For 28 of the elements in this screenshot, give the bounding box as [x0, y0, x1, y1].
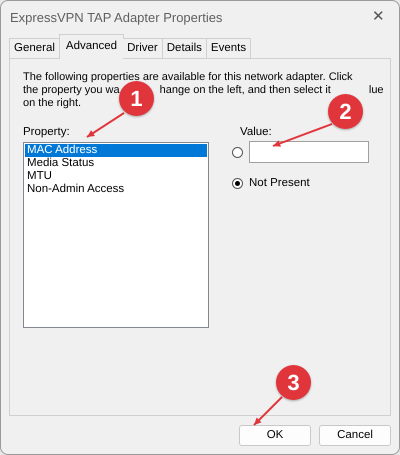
radio-label: Not Present — [249, 176, 310, 191]
description-text: on the right. — [23, 97, 82, 110]
property-list[interactable]: MAC Address Media Status MTU Non-Admin Access — [23, 142, 209, 328]
tab[interactable]: Driver — [123, 38, 163, 59]
window-title: ExpressVPN TAP Adapter Properties — [10, 8, 222, 27]
radio-button[interactable] — [232, 178, 243, 190]
list-item[interactable]: Media Status — [25, 157, 207, 170]
value-field[interactable] — [249, 141, 369, 163]
list-item[interactable]: MTU — [25, 170, 207, 183]
description-text: lue — [368, 84, 384, 97]
tab[interactable]: Advanced — [58, 34, 124, 59]
tab[interactable]: Details — [162, 38, 207, 59]
description-text: The following properties are available for this network adapter. Click — [23, 71, 353, 84]
tab[interactable]: General — [9, 38, 60, 59]
callout-arrow — [253, 396, 283, 426]
property-label: Property: — [23, 125, 71, 139]
radio-button[interactable] — [232, 146, 243, 158]
callout-arrow — [86, 112, 125, 138]
tab[interactable]: Events — [206, 38, 252, 59]
description-text: the property you wa — [23, 84, 120, 97]
value-label: Value: — [240, 125, 272, 139]
cancel-button[interactable]: Cancel — [319, 425, 391, 446]
callout-arrow — [272, 123, 332, 147]
list-item[interactable]: Non-Admin Access — [25, 183, 207, 196]
close-button[interactable]: ✕ — [368, 6, 389, 29]
list-item[interactable]: MAC Address — [25, 144, 207, 157]
ok-button[interactable]: OK — [239, 425, 311, 446]
description-text: hange on the left, and then select it — [160, 84, 331, 97]
